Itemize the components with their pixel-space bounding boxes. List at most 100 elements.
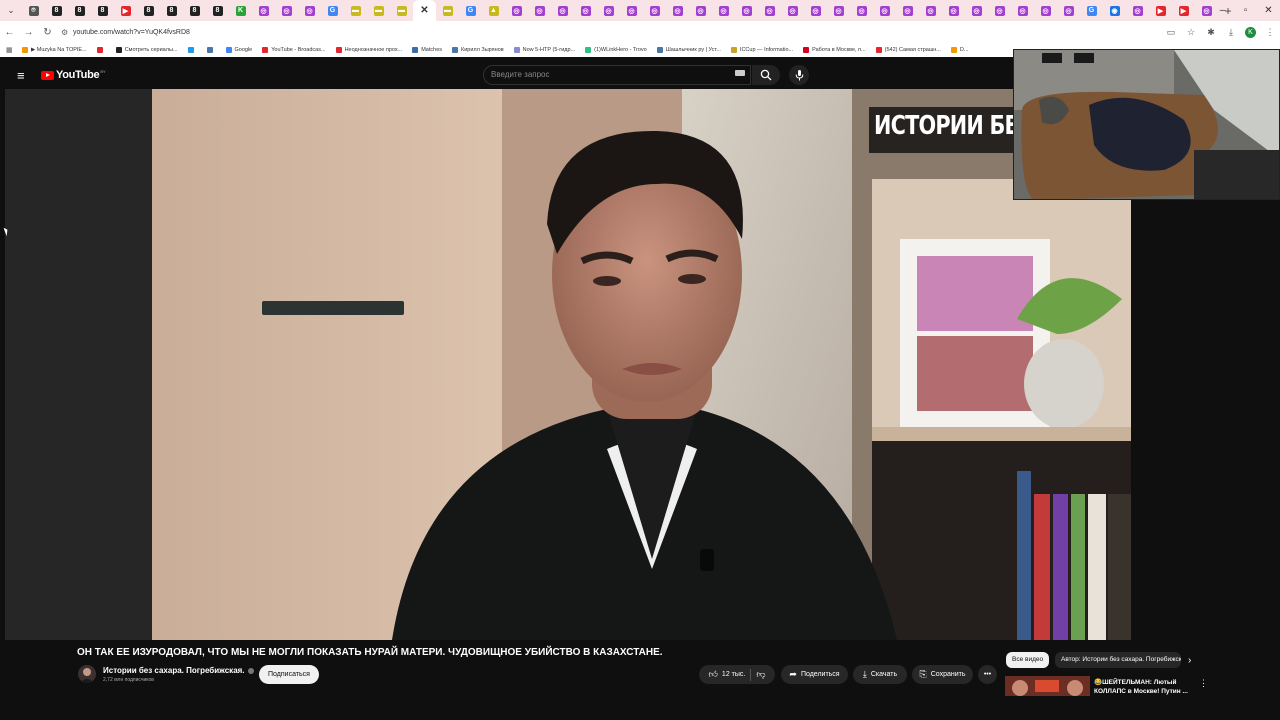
browser-tab[interactable]: ◎ — [1011, 0, 1034, 21]
bookmark-item[interactable]: ICCup — Informatio... — [730, 47, 793, 53]
browser-tab[interactable]: 8 — [160, 0, 183, 21]
browser-tab[interactable]: 8 — [91, 0, 114, 21]
browser-tab[interactable]: ◎ — [1034, 0, 1057, 21]
bookmark-item[interactable]: Matches — [412, 47, 442, 53]
video-frame[interactable]: ИСТОРИИ БЕЗ — [152, 89, 1131, 640]
browser-tab[interactable]: ◎ — [1126, 0, 1149, 21]
search-input[interactable]: Введите запрос — [483, 65, 751, 85]
like-icon[interactable]: 👍︎ — [709, 669, 718, 680]
reload-icon[interactable]: ↻ — [38, 21, 57, 43]
browser-tab[interactable]: 8 — [206, 0, 229, 21]
browser-tab[interactable]: ◎ — [298, 0, 321, 21]
bookmark-item[interactable] — [187, 47, 197, 53]
more-actions-button[interactable]: ••• — [978, 665, 997, 684]
browser-tab[interactable]: ◎ — [781, 0, 804, 21]
bookmark-star-icon[interactable]: ☆ — [1181, 27, 1201, 38]
browser-tab[interactable]: ◎ — [1057, 0, 1080, 21]
browser-tab[interactable]: ◎ — [528, 0, 551, 21]
browser-tab[interactable]: ◎ — [574, 0, 597, 21]
browser-tab[interactable]: ▬ — [436, 0, 459, 21]
browser-tab[interactable]: ◎ — [505, 0, 528, 21]
bookmark-item[interactable]: Кирилл Зырянов — [452, 47, 504, 53]
bookmark-item[interactable]: Google — [225, 47, 252, 53]
download-button[interactable]: ⤓ Скачать — [853, 665, 907, 684]
site-info-icon[interactable]: ⚙ — [61, 28, 73, 37]
chip-all-videos[interactable]: Все видео — [1006, 652, 1050, 668]
profile-avatar[interactable]: K — [1245, 26, 1256, 38]
browser-tab[interactable]: ▶ — [1149, 0, 1172, 21]
browser-tab[interactable]: ◎ — [551, 0, 574, 21]
bookmark-item[interactable]: (542) Самая страшн... — [875, 47, 941, 53]
cast-icon[interactable]: ▭ — [1161, 27, 1181, 38]
forward-arrow-icon[interactable]: → — [19, 21, 38, 43]
recommendation-thumbnail[interactable] — [1005, 676, 1090, 696]
browser-tab[interactable]: 8 — [68, 0, 91, 21]
browser-tab[interactable]: ◎ — [850, 0, 873, 21]
browser-tab[interactable]: ▬ — [390, 0, 413, 21]
active-tab[interactable]: ✕ — [413, 0, 436, 21]
browser-tab[interactable]: ◎ — [620, 0, 643, 21]
bookmark-item[interactable]: Шашлычник ру | Уст... — [656, 47, 721, 53]
browser-tab[interactable]: ▬ — [344, 0, 367, 21]
browser-tab[interactable]: ◎ — [689, 0, 712, 21]
more-vertical-icon[interactable]: ⋮ — [1199, 678, 1208, 689]
keyboard-icon[interactable] — [735, 70, 745, 76]
browser-tab[interactable]: ◉ — [1103, 0, 1126, 21]
save-button[interactable]: ⎘ Сохранить — [912, 665, 973, 684]
browser-tab[interactable]: ◎ — [643, 0, 666, 21]
browser-tab[interactable]: ▶ — [1172, 0, 1195, 21]
bookmark-item[interactable]: D... — [950, 47, 968, 53]
apps-grid-icon[interactable]: ▦ — [6, 46, 16, 54]
close-tab-icon[interactable]: ✕ — [420, 5, 430, 16]
browser-tab[interactable]: ▬ — [367, 0, 390, 21]
like-count[interactable]: 12 тыс. — [722, 671, 745, 678]
chevron-right-icon[interactable]: › — [1188, 655, 1191, 666]
youtube-logo[interactable]: YouTube BY — [41, 69, 106, 81]
hamburger-menu-icon[interactable]: ≡ — [17, 68, 31, 83]
browser-tab[interactable]: K — [229, 0, 252, 21]
channel-avatar[interactable] — [78, 665, 96, 683]
back-arrow-icon[interactable]: ← — [0, 21, 19, 43]
bookmark-item[interactable]: YouTube - Broadcas... — [262, 47, 326, 53]
share-button[interactable]: ➦ Поделиться — [781, 665, 848, 684]
voice-search-button[interactable] — [789, 65, 809, 85]
bookmark-item[interactable]: Работа в Москве, п... — [803, 47, 866, 53]
browser-tab[interactable]: G — [321, 0, 344, 21]
browser-tab[interactable]: ◎ — [896, 0, 919, 21]
extensions-icon[interactable]: ✱ — [1201, 27, 1221, 38]
browser-tab[interactable]: ◎ — [597, 0, 620, 21]
browser-tab[interactable]: ◎ — [942, 0, 965, 21]
browser-tab[interactable]: 8 — [45, 0, 68, 21]
bookmark-item[interactable]: Смотреть сериалы... — [115, 47, 178, 53]
browser-tab[interactable]: 8 — [183, 0, 206, 21]
browser-tab[interactable]: ◎ — [988, 0, 1011, 21]
browser-tab[interactable]: ◎ — [758, 0, 781, 21]
browser-tab[interactable]: G — [459, 0, 482, 21]
browser-tab[interactable]: 8 — [137, 0, 160, 21]
browser-tab[interactable]: ◎ — [252, 0, 275, 21]
chip-author[interactable]: Автор: Истории без сахара. Погребижская. — [1055, 652, 1181, 668]
tab-search-chevron-icon[interactable]: ⌄ — [0, 0, 22, 21]
subscribe-button[interactable]: Подписаться — [259, 665, 319, 684]
browser-tab[interactable]: ◎ — [873, 0, 896, 21]
bookmark-item[interactable]: ▶ Muzyka Na TOPIE... — [22, 47, 87, 53]
bookmark-item[interactable]: (1)WLinkHero - Trovo — [585, 47, 647, 53]
dislike-icon[interactable]: 👎︎ — [756, 669, 765, 680]
browser-tab[interactable]: ◎ — [666, 0, 689, 21]
minimize-icon[interactable]: – — [1211, 0, 1234, 21]
browser-tab[interactable]: ⌾ — [22, 0, 45, 21]
channel-name[interactable]: Истории без сахара. Погребижская. — [103, 666, 254, 675]
close-window-icon[interactable]: ✕ — [1257, 0, 1280, 21]
bookmark-item[interactable]: Now 5-HTP (5-гидр... — [513, 47, 575, 53]
browser-tab[interactable]: G — [1080, 0, 1103, 21]
browser-tab[interactable]: ◎ — [712, 0, 735, 21]
restore-icon[interactable]: ▫ — [1234, 0, 1257, 21]
downloads-icon[interactable]: ⤓ — [1221, 27, 1241, 38]
bookmark-item[interactable] — [96, 47, 106, 53]
browser-menu-icon[interactable]: ⋮ — [1260, 27, 1280, 38]
browser-tab[interactable]: ▶ — [114, 0, 137, 21]
browser-tab[interactable]: ◎ — [735, 0, 758, 21]
bookmark-item[interactable]: Неоднозначное прох... — [335, 47, 402, 53]
search-button[interactable] — [752, 65, 780, 85]
browser-tab[interactable]: ◎ — [827, 0, 850, 21]
